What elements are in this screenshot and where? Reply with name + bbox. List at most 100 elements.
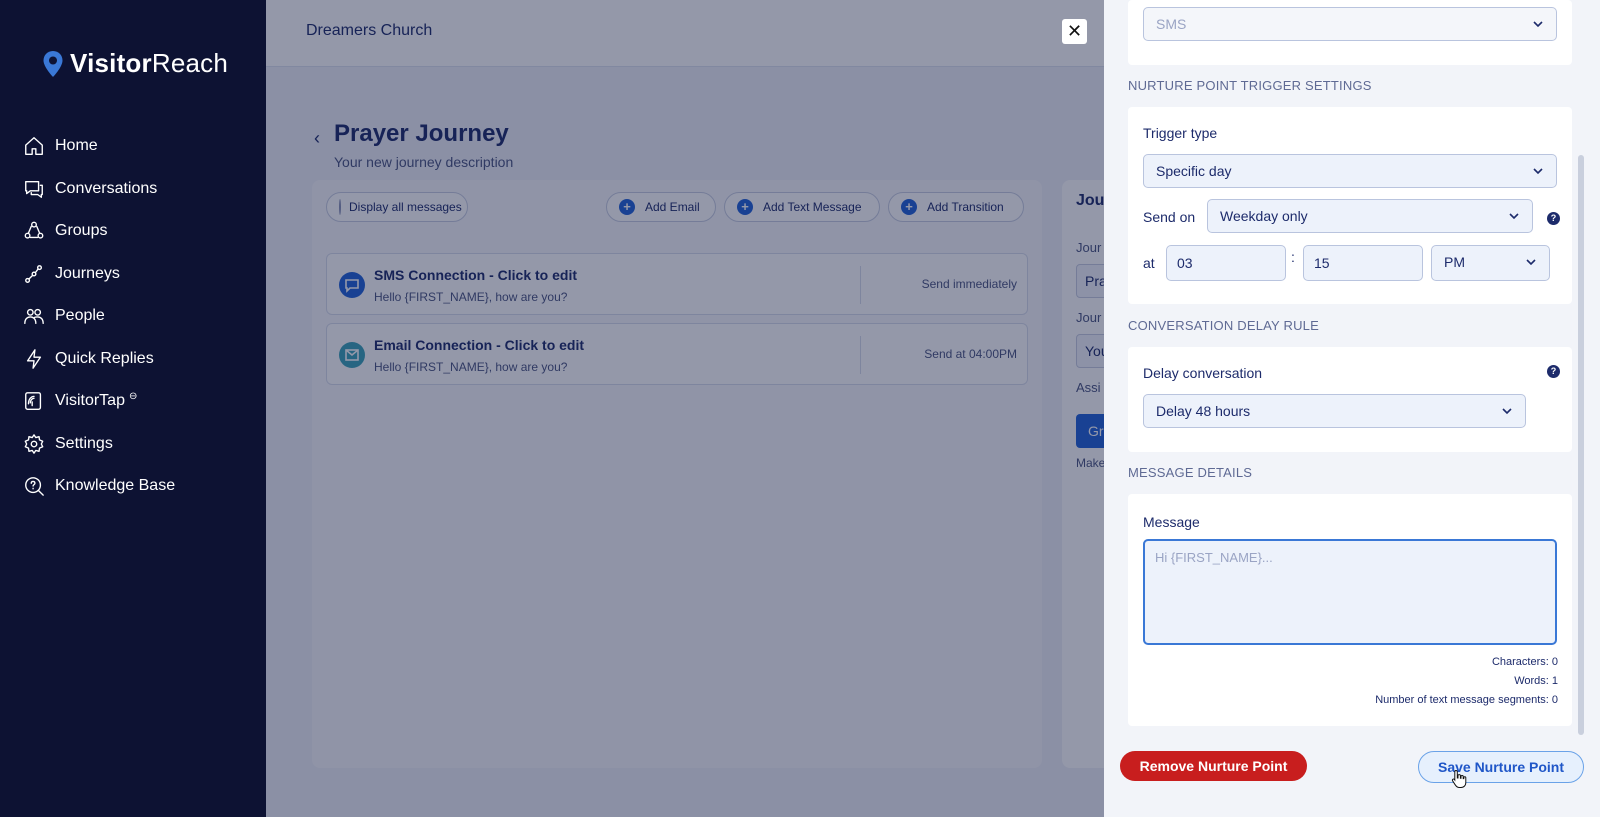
sidebar-item-quick-replies[interactable]: Quick Replies	[22, 338, 252, 381]
message-card-email[interactable]: Email Connection - Click to edit Hello {…	[326, 323, 1028, 385]
display-all-label: Display all messages	[349, 200, 462, 214]
home-icon	[22, 134, 46, 158]
sidebar-item-people[interactable]: People	[22, 295, 252, 338]
ampm-select[interactable]: PM	[1431, 245, 1550, 281]
message-textarea[interactable]: Hi {FIRST_NAME}...	[1143, 539, 1557, 645]
back-arrow-icon[interactable]: ‹	[314, 128, 320, 149]
chevron-down-icon	[1532, 164, 1544, 176]
chevron-down-icon	[1525, 255, 1537, 267]
divider	[860, 336, 861, 374]
sidebar-item-knowledge-base[interactable]: Knowledge Base	[22, 465, 252, 508]
beta-badge: ⊖	[128, 390, 138, 402]
drawer-scrollbar[interactable]	[1578, 155, 1584, 735]
panel-title: Jou	[1076, 192, 1105, 209]
sidebar-item-label: People	[55, 307, 105, 325]
plus-icon: +	[737, 199, 753, 215]
message-details-heading: Message Details	[1128, 465, 1253, 480]
add-email-label: Add Email	[645, 200, 700, 214]
save-nurture-point-button[interactable]: Save Nurture Point	[1418, 751, 1584, 783]
gear-icon	[22, 432, 46, 456]
journey-icon	[22, 262, 46, 286]
help-icon[interactable]: ?	[1547, 212, 1560, 225]
help-icon[interactable]: ?	[1547, 365, 1560, 378]
delay-rule-heading: Conversation Delay Rule	[1128, 318, 1319, 333]
segments-count: Number of text message segments: 0	[1375, 694, 1558, 706]
sidebar-item-groups[interactable]: Groups	[22, 210, 252, 253]
add-transition-button[interactable]: + Add Transition	[888, 192, 1024, 222]
message-title: Email Connection - Click to edit	[374, 337, 585, 353]
sidebar-item-label: Journeys	[55, 264, 120, 282]
church-name[interactable]: Dreamers Church	[306, 22, 432, 40]
hour-input[interactable]: 03	[1166, 245, 1286, 281]
words-count: Words: 1	[1514, 675, 1558, 687]
channel-select[interactable]: SMS	[1143, 7, 1557, 41]
chevron-down-icon	[1508, 209, 1520, 221]
field-label: Jour	[1076, 310, 1102, 325]
add-text-label: Add Text Message	[763, 200, 862, 214]
help-search-icon	[22, 474, 46, 498]
chevron-down-icon	[1501, 404, 1513, 416]
groups-icon	[22, 219, 46, 243]
ampm-value: PM	[1444, 254, 1465, 270]
time-separator: :	[1291, 249, 1295, 265]
display-all-messages-toggle[interactable]: Display all messages	[326, 192, 468, 222]
sidebar-item-conversations[interactable]: Conversations	[22, 168, 252, 211]
sidebar-item-settings[interactable]: Settings	[22, 423, 252, 466]
plus-icon: +	[619, 199, 635, 215]
message-card-sms[interactable]: SMS Connection - Click to edit Hello {FI…	[326, 253, 1028, 315]
sidebar-nav: Home Conversations Groups Journeys Peopl…	[22, 125, 252, 508]
location-pin-icon	[43, 50, 63, 77]
trigger-type-select[interactable]: Specific day	[1143, 154, 1557, 188]
page-description: Your new journey description	[334, 154, 514, 170]
sidebar-item-label: VisitorTap	[55, 392, 125, 410]
remove-nurture-point-button[interactable]: Remove Nurture Point	[1120, 751, 1307, 781]
journey-toolbar: Display all messages + Add Email + Add T…	[326, 192, 1026, 222]
delay-rule-card: Delay conversation ? Delay 48 hours	[1128, 347, 1572, 452]
delay-select[interactable]: Delay 48 hours	[1143, 394, 1526, 428]
field-label: Assi	[1076, 380, 1101, 395]
hand-cursor-icon	[1451, 769, 1467, 788]
sidebar-item-journeys[interactable]: Journeys	[22, 253, 252, 296]
message-label: Message	[1143, 514, 1200, 530]
trigger-settings-card: Trigger type Specific day Send on Weekda…	[1128, 107, 1572, 304]
sidebar: VisitorReach Home Conversations Groups J…	[0, 0, 266, 817]
send-on-select[interactable]: Weekday only	[1207, 199, 1533, 233]
message-preview: Hello {FIRST_NAME}, how are you?	[374, 360, 568, 374]
divider	[860, 266, 861, 304]
message-title: SMS Connection - Click to edit	[374, 267, 578, 283]
minute-input[interactable]: 15	[1303, 245, 1423, 281]
trigger-type-label: Trigger type	[1143, 125, 1218, 141]
brand-name: VisitorReach	[70, 48, 228, 78]
field-label: Jour	[1076, 240, 1102, 255]
visitorreach-logo[interactable]: VisitorReach	[42, 48, 228, 79]
sidebar-item-visitortap[interactable]: VisitorTap ⊖	[22, 380, 252, 423]
sidebar-item-home[interactable]: Home	[22, 125, 252, 168]
radio-icon	[339, 199, 341, 215]
chat-icon	[22, 177, 46, 201]
sidebar-item-label: Groups	[55, 222, 108, 240]
helper-text: Make	[1076, 456, 1106, 470]
message-timing: Send immediately	[921, 277, 1017, 291]
sidebar-item-label: Home	[55, 137, 98, 155]
send-on-value: Weekday only	[1220, 208, 1308, 224]
send-on-label: Send on	[1143, 209, 1196, 225]
add-transition-label: Add Transition	[927, 200, 1004, 214]
close-icon: ✕	[1066, 21, 1083, 41]
sms-icon	[339, 272, 365, 298]
page-title: Prayer Journey	[334, 120, 509, 147]
channel-card: SMS	[1128, 0, 1572, 65]
email-icon	[339, 342, 365, 368]
sidebar-item-label: Knowledge Base	[55, 477, 176, 495]
add-email-button[interactable]: + Add Email	[606, 192, 716, 222]
sidebar-item-label: Quick Replies	[55, 349, 154, 367]
journey-messages-panel: Display all messages + Add Email + Add T…	[312, 180, 1042, 768]
add-text-message-button[interactable]: + Add Text Message	[724, 192, 880, 222]
sidebar-item-label: Conversations	[55, 179, 158, 197]
at-label: at	[1143, 255, 1155, 271]
nurture-point-drawer: SMS Nurture Point Trigger Settings Trigg…	[1104, 0, 1600, 817]
message-timing: Send at 04:00PM	[924, 347, 1017, 361]
tap-icon	[22, 389, 46, 413]
trigger-settings-heading: Nurture Point Trigger Settings	[1128, 78, 1372, 93]
plus-icon: +	[901, 199, 917, 215]
close-drawer-button[interactable]: ✕	[1062, 19, 1087, 44]
